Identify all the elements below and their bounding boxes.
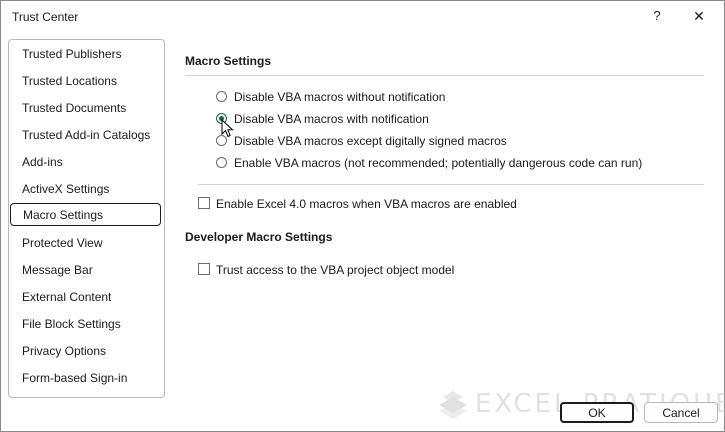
- ok-button[interactable]: OK: [560, 402, 634, 423]
- sidebar-item-form-based-signin[interactable]: Form-based Sign-in: [22, 369, 127, 387]
- watermark-logo-icon: [439, 391, 467, 419]
- sidebar-item-privacy-options[interactable]: Privacy Options: [22, 342, 106, 360]
- radio-label-disable-without-notification[interactable]: Disable VBA macros without notification: [234, 90, 445, 104]
- cancel-button[interactable]: Cancel: [644, 402, 718, 423]
- sidebar-item-trusted-locations[interactable]: Trusted Locations: [22, 72, 117, 90]
- radio-label-disable-with-notification[interactable]: Disable VBA macros with notification: [234, 112, 429, 126]
- sidebar-item-external-content[interactable]: External Content: [22, 288, 111, 306]
- trust-center-dialog: Trust Center ? ✕ Trusted Publishers Trus…: [0, 0, 725, 432]
- radio-enable-all-macros[interactable]: [216, 157, 227, 168]
- radio-label-disable-except-signed[interactable]: Disable VBA macros except digitally sign…: [234, 134, 507, 148]
- sidebar-item-activex-settings[interactable]: ActiveX Settings: [22, 180, 109, 198]
- excel4-macros-label[interactable]: Enable Excel 4.0 macros when VBA macros …: [216, 197, 517, 211]
- trust-vba-object-model-checkbox[interactable]: [198, 263, 210, 275]
- macro-settings-heading: Macro Settings: [185, 54, 272, 68]
- mouse-pointer-icon: [221, 119, 234, 138]
- trust-vba-object-model-label[interactable]: Trust access to the VBA project object m…: [216, 263, 454, 277]
- developer-macro-settings-heading: Developer Macro Settings: [185, 230, 333, 244]
- sidebar-item-trusted-documents[interactable]: Trusted Documents: [22, 99, 126, 117]
- radio-label-enable-all-macros[interactable]: Enable VBA macros (not recommended; pote…: [234, 156, 642, 170]
- sidebar-item-message-bar[interactable]: Message Bar: [22, 261, 93, 279]
- sidebar-nav: Trusted Publishers Trusted Locations Tru…: [8, 39, 165, 398]
- excel4-macros-checkbox[interactable]: [198, 197, 210, 209]
- sidebar-item-trusted-publishers[interactable]: Trusted Publishers: [22, 45, 122, 63]
- sidebar-item-addins[interactable]: Add-ins: [22, 153, 63, 171]
- sidebar-item-macro-settings[interactable]: Macro Settings: [10, 203, 161, 226]
- sidebar-item-trusted-addin-catalogs[interactable]: Trusted Add-in Catalogs: [22, 126, 150, 144]
- close-button[interactable]: ✕: [689, 5, 709, 27]
- title-bar: Trust Center ? ✕: [1, 1, 724, 33]
- sidebar-item-file-block-settings[interactable]: File Block Settings: [22, 315, 121, 333]
- radio-disable-without-notification[interactable]: [216, 91, 227, 102]
- sidebar-item-protected-view[interactable]: Protected View: [22, 234, 103, 252]
- window-title: Trust Center: [12, 10, 79, 24]
- options-divider: [198, 184, 704, 185]
- section-divider: [185, 75, 704, 76]
- help-button[interactable]: ?: [647, 5, 667, 27]
